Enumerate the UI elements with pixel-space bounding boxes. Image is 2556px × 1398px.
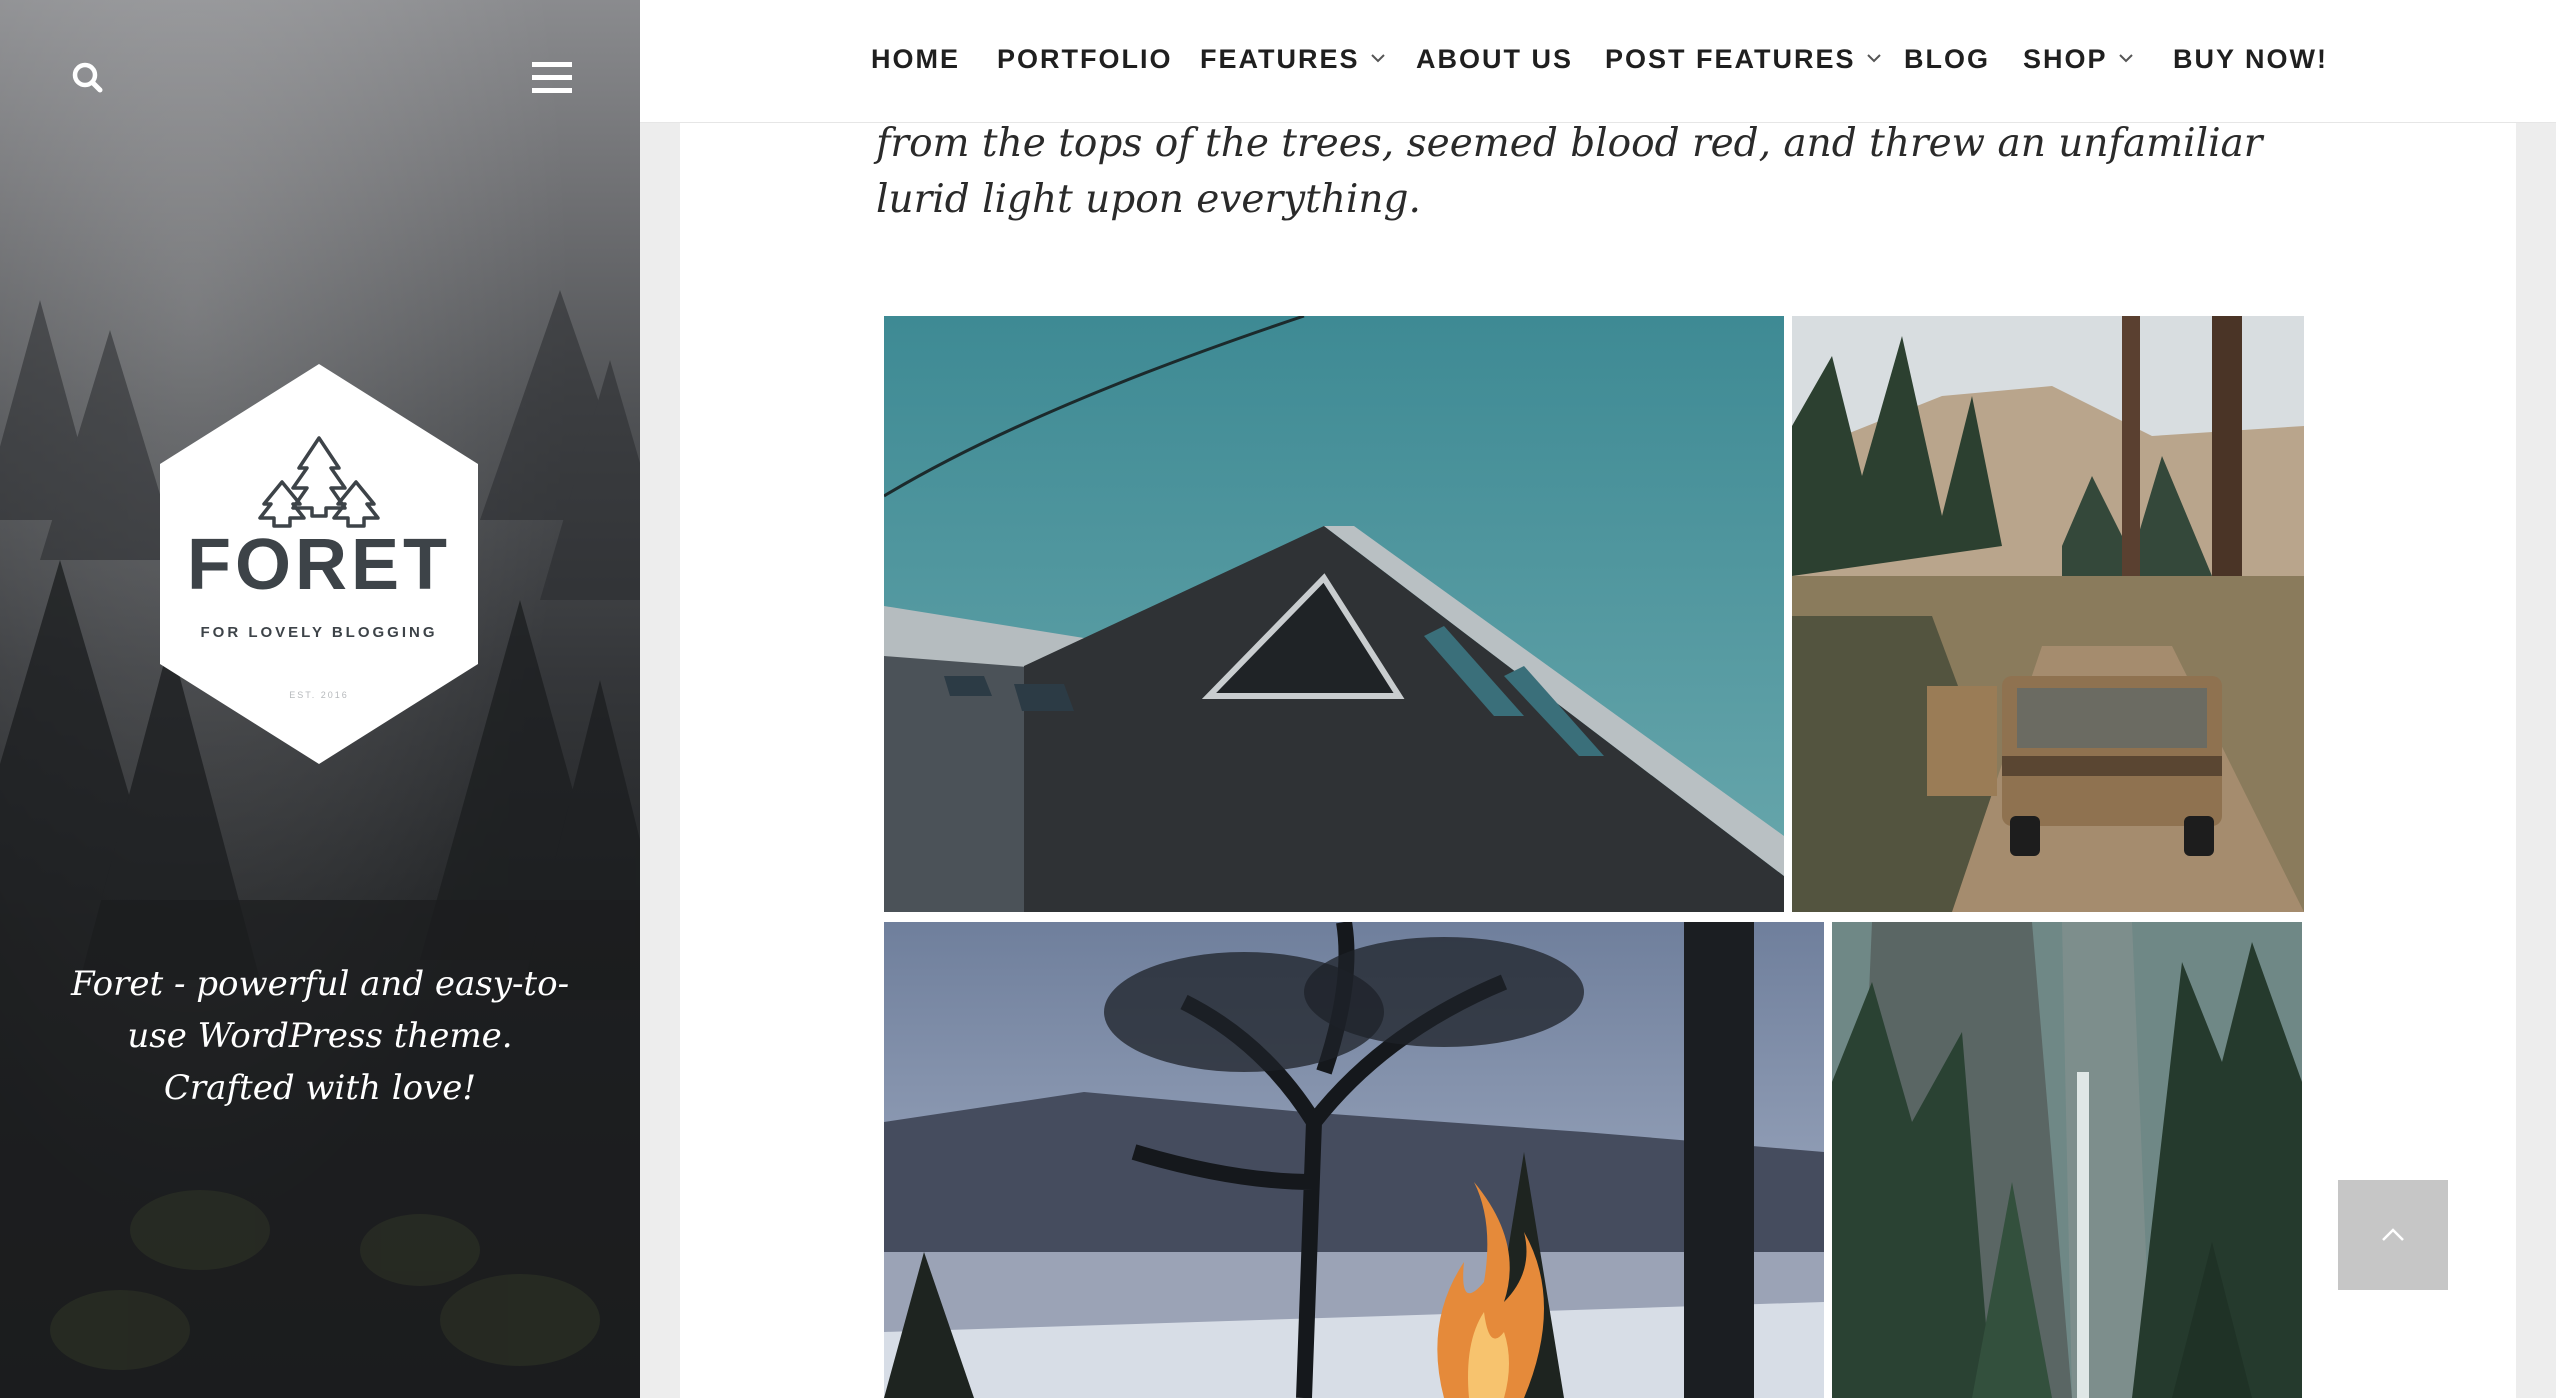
nav-label: FEATURES [1200, 44, 1360, 74]
gallery-image-campfire-lake[interactable] [884, 922, 1824, 1398]
nav-item-portfolio[interactable]: PORTFOLIO [997, 42, 1173, 76]
top-header: HOME PORTFOLIO FEATURES ABOUT US POST FE… [640, 0, 2556, 123]
site-description: Foret - powerful and easy-to-use WordPre… [70, 964, 570, 1108]
nav-label: ABOUT US [1416, 44, 1573, 74]
nav-item-features[interactable]: FEATURES [1200, 42, 1386, 76]
site-logo[interactable]: FORET FOR LOVELY BLOGGING EST. 2016 [160, 364, 478, 764]
nav-label: PORTFOLIO [997, 44, 1173, 74]
chevron-down-icon [1370, 54, 1385, 63]
gallery-image-cabin[interactable] [884, 316, 1784, 912]
logo-established: EST. 2016 [289, 690, 349, 700]
nav-item-home[interactable]: HOME [871, 42, 960, 76]
nav-item-shop[interactable]: SHOP [2023, 42, 2134, 76]
nav-item-blog[interactable]: BLOG [1904, 42, 1990, 76]
nav-label: SHOP [2023, 44, 2108, 74]
nav-item-about-us[interactable]: ABOUT US [1416, 42, 1573, 76]
gallery-image-van[interactable] [1792, 316, 2304, 912]
back-to-top-button[interactable] [2338, 1180, 2448, 1290]
chevron-down-icon [2118, 54, 2133, 63]
post-paragraph: from the tops of the trees, seemed blood… [876, 121, 2263, 222]
nav-label: HOME [871, 44, 960, 74]
nav-label: POST FEATURES [1605, 44, 1856, 74]
search-icon[interactable] [68, 58, 108, 98]
sidebar: FORET FOR LOVELY BLOGGING EST. 2016 Fore… [0, 0, 640, 1398]
nav-item-buy-now[interactable]: BUY NOW! [2173, 42, 2328, 76]
nav-label: BLOG [1904, 44, 1990, 74]
nav-item-post-features[interactable]: POST FEATURES [1605, 42, 1882, 76]
chevron-down-icon [1866, 54, 1881, 63]
main-navigation: HOME PORTFOLIO FEATURES ABOUT US POST FE… [640, 0, 2556, 122]
logo-tagline: FOR LOVELY BLOGGING [200, 624, 438, 641]
chevron-up-icon [2382, 1228, 2404, 1241]
logo-title: FORET [187, 525, 451, 605]
nav-label: BUY NOW! [2173, 44, 2328, 74]
gallery-image-waterfall[interactable] [1832, 922, 2302, 1398]
hamburger-menu-icon[interactable] [528, 56, 576, 100]
